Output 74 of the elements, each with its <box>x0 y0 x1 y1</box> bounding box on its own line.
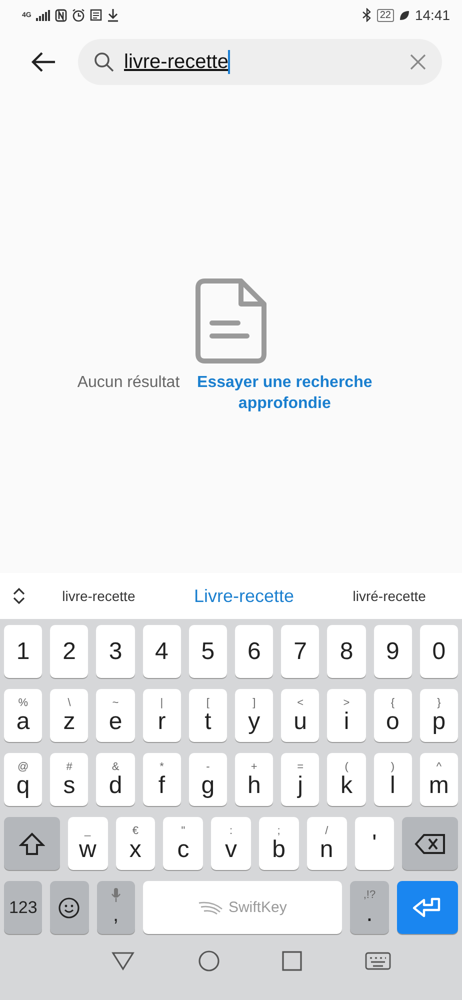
clock: 14:41 <box>414 7 450 23</box>
microphone-icon <box>110 888 121 902</box>
key[interactable]: | r <box>142 689 181 742</box>
key[interactable]: 2 <box>50 625 88 678</box>
key[interactable]: 123 <box>4 881 42 934</box>
bluetooth-icon <box>362 8 372 22</box>
key[interactable]: 8 <box>327 625 366 678</box>
key[interactable]: [ t <box>188 689 228 742</box>
key[interactable]: 9 <box>374 625 412 678</box>
key[interactable]: ~ e <box>96 689 135 742</box>
key[interactable]: : v <box>211 817 251 870</box>
key[interactable]: € x <box>116 817 156 870</box>
recents-square-icon[interactable] <box>282 950 302 970</box>
nfc-icon <box>55 8 68 22</box>
key[interactable]: ^ m <box>420 753 458 806</box>
emoji-key[interactable] <box>50 881 89 934</box>
download-icon <box>107 8 120 22</box>
key[interactable]: ' <box>354 817 394 870</box>
key[interactable]: # s <box>50 753 88 806</box>
battery-level: 22 <box>376 8 394 22</box>
key[interactable]: { o <box>374 689 412 742</box>
key[interactable]: ; b <box>258 817 299 870</box>
key[interactable]: 3 <box>96 625 135 678</box>
key[interactable]: ) l <box>374 753 412 806</box>
back-triangle-icon[interactable] <box>111 950 136 970</box>
back-arrow-icon[interactable] <box>30 51 56 73</box>
signal-icon <box>36 10 50 20</box>
key[interactable]: 1 <box>4 625 42 678</box>
backspace-icon <box>414 832 446 854</box>
key[interactable]: 7 <box>281 625 320 678</box>
key[interactable]: / n <box>306 817 346 870</box>
backspace-key[interactable] <box>402 817 458 870</box>
keyboard-icon[interactable] <box>364 952 391 970</box>
key[interactable]: , <box>96 881 135 934</box>
suggestion[interactable]: livré-recette <box>316 588 462 604</box>
key[interactable]: 0 <box>420 625 458 678</box>
key[interactable]: * f <box>142 753 181 806</box>
document-icon <box>195 278 267 364</box>
key[interactable]: = j <box>281 753 320 806</box>
key[interactable]: 4 <box>142 625 181 678</box>
close-icon[interactable] <box>410 54 426 70</box>
search-field[interactable]: livre-recette <box>78 39 442 85</box>
key[interactable]: " c <box>163 817 204 870</box>
key[interactable]: ] y <box>235 689 274 742</box>
home-circle-icon[interactable] <box>198 950 220 972</box>
key[interactable]: < u <box>281 689 320 742</box>
key[interactable]: + h <box>235 753 274 806</box>
enter-key[interactable] <box>396 881 458 934</box>
suggestion[interactable]: Livre-recette <box>171 586 317 606</box>
shift-icon <box>18 832 45 856</box>
empty-message: Aucun résultat <box>77 373 180 393</box>
key[interactable]: > i <box>327 689 366 742</box>
suggestion[interactable]: livre-recette <box>26 588 172 604</box>
key[interactable]: _ w <box>68 817 108 870</box>
smiley-icon <box>58 896 80 918</box>
key[interactable]: ,!? . <box>350 881 389 934</box>
key[interactable]: 5 <box>188 625 228 678</box>
key[interactable]: % a <box>4 689 42 742</box>
key[interactable]: - g <box>188 753 228 806</box>
key[interactable]: 6 <box>235 625 274 678</box>
deep-search-link[interactable]: Essayer une recherche approfondie <box>184 372 385 414</box>
leaf-icon <box>398 10 410 20</box>
alarm-icon <box>72 8 86 22</box>
search-icon <box>94 52 114 72</box>
swoosh-icon <box>198 900 224 914</box>
shift-key[interactable] <box>4 817 60 870</box>
key[interactable]: ( k <box>327 753 366 806</box>
key[interactable]: } p <box>420 689 458 742</box>
key[interactable]: @ q <box>4 753 42 806</box>
expand-icon[interactable] <box>12 587 26 605</box>
enter-icon <box>412 896 442 918</box>
key[interactable]: \ z <box>50 689 88 742</box>
news-icon <box>90 9 102 21</box>
key[interactable]: & d <box>96 753 135 806</box>
